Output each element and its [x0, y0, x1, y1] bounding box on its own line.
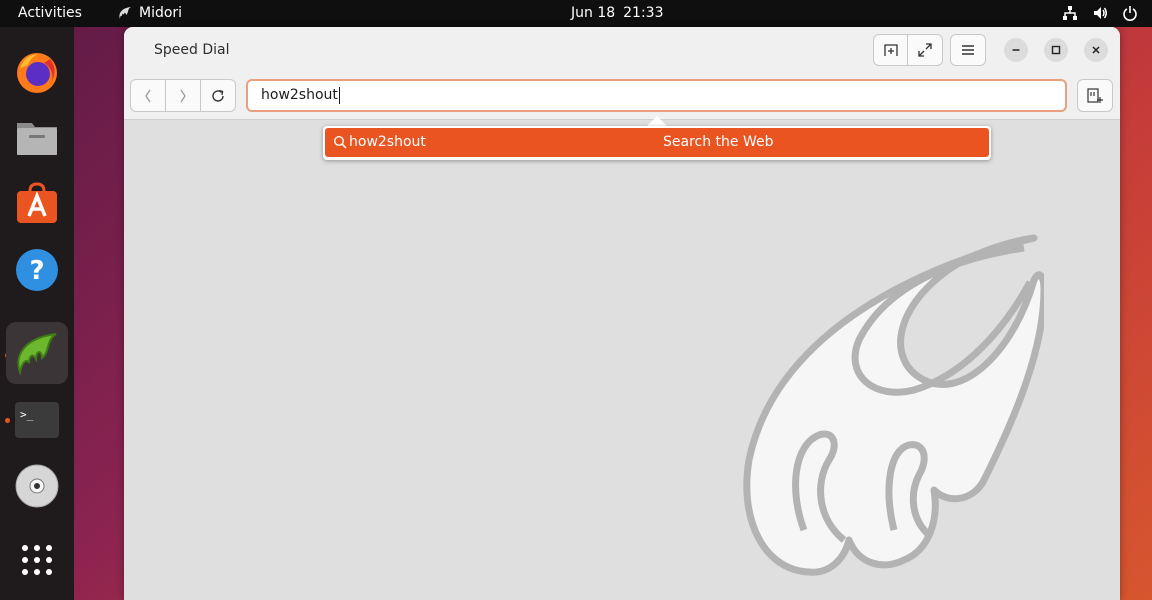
app-name: Midori — [139, 5, 183, 21]
dock-item-disc[interactable] — [6, 455, 68, 517]
terminal-icon: >_ — [15, 402, 59, 438]
tab-actions — [873, 34, 943, 66]
suggestion-popover: how2shout Search the Web — [323, 126, 991, 160]
volume-icon — [1094, 7, 1107, 19]
main-menu-button[interactable] — [951, 35, 985, 65]
bookmark-button[interactable] — [1077, 79, 1113, 112]
midori-icon — [119, 7, 131, 19]
help-glyph: ? — [29, 256, 44, 286]
dock: ? >_ — [0, 27, 74, 600]
speed-dial-page — [124, 120, 1120, 600]
top-bar: Activities Midori Jun 18 21:33 — [0, 0, 1152, 27]
close-icon — [1092, 46, 1100, 54]
firefox-icon — [17, 53, 57, 93]
midori-icon — [17, 333, 57, 376]
app-menu[interactable]: Midori — [117, 5, 182, 21]
terminal-prompt: >_ — [20, 408, 34, 421]
search-icon — [333, 135, 347, 149]
new-tab-button[interactable] — [874, 35, 908, 65]
menu-group — [950, 34, 986, 66]
close-button[interactable] — [1084, 38, 1108, 62]
hamburger-menu-icon — [962, 45, 974, 55]
files-icon — [17, 123, 57, 155]
clock-date: Jun 18 — [571, 5, 616, 21]
text-caret — [338, 86, 340, 104]
dock-item-help[interactable]: ? — [6, 239, 68, 301]
maximize-icon — [1051, 45, 1061, 55]
reload-button[interactable] — [201, 80, 235, 111]
network-icon — [1063, 6, 1077, 20]
software-icon — [17, 182, 57, 223]
forward-button[interactable] — [166, 80, 201, 111]
app-grid-icon — [22, 545, 52, 575]
dock-item-terminal[interactable]: >_ — [6, 389, 68, 451]
suggestion-query: how2shout — [349, 134, 426, 150]
navigation-toolbar: how2shout — [124, 72, 1120, 120]
disc-icon — [15, 464, 59, 508]
minimize-button[interactable] — [1004, 38, 1028, 62]
midori-window: Speed Dial how2shout how2shout Search th… — [124, 27, 1120, 600]
dock-item-firefox[interactable] — [6, 41, 68, 103]
show-applications-button[interactable] — [6, 529, 68, 591]
clock[interactable]: Jun 18 21:33 — [571, 5, 664, 21]
chevron-left-icon — [145, 89, 151, 102]
header-bar: Speed Dial — [124, 27, 1120, 72]
url-text: how2shout — [261, 87, 338, 103]
minimize-icon — [1012, 49, 1020, 51]
system-tray[interactable] — [1062, 5, 1138, 21]
tab-title[interactable]: Speed Dial — [154, 42, 229, 58]
fullscreen-icon — [918, 43, 932, 57]
help-icon: ? — [16, 249, 58, 291]
midori-logo-watermark-icon — [743, 234, 1044, 576]
suggestion-search-web[interactable]: how2shout Search the Web — [325, 128, 989, 157]
bookmark-add-icon — [1087, 87, 1103, 103]
popover-arrow — [647, 116, 667, 126]
power-icon — [1123, 6, 1137, 21]
chevron-right-icon — [180, 89, 186, 102]
clock-time: 21:33 — [623, 5, 664, 21]
nav-buttons — [130, 79, 236, 112]
fullscreen-button[interactable] — [908, 35, 942, 65]
activities-button[interactable]: Activities — [18, 5, 82, 21]
maximize-button[interactable] — [1044, 38, 1068, 62]
new-tab-icon — [883, 44, 898, 56]
dock-item-software[interactable] — [6, 173, 68, 235]
url-bar[interactable]: how2shout — [246, 79, 1067, 112]
reload-icon — [212, 89, 224, 102]
suggestion-action: Search the Web — [663, 134, 774, 150]
dock-item-files[interactable] — [6, 107, 68, 169]
back-button[interactable] — [131, 80, 166, 111]
dock-item-midori[interactable] — [6, 322, 68, 384]
